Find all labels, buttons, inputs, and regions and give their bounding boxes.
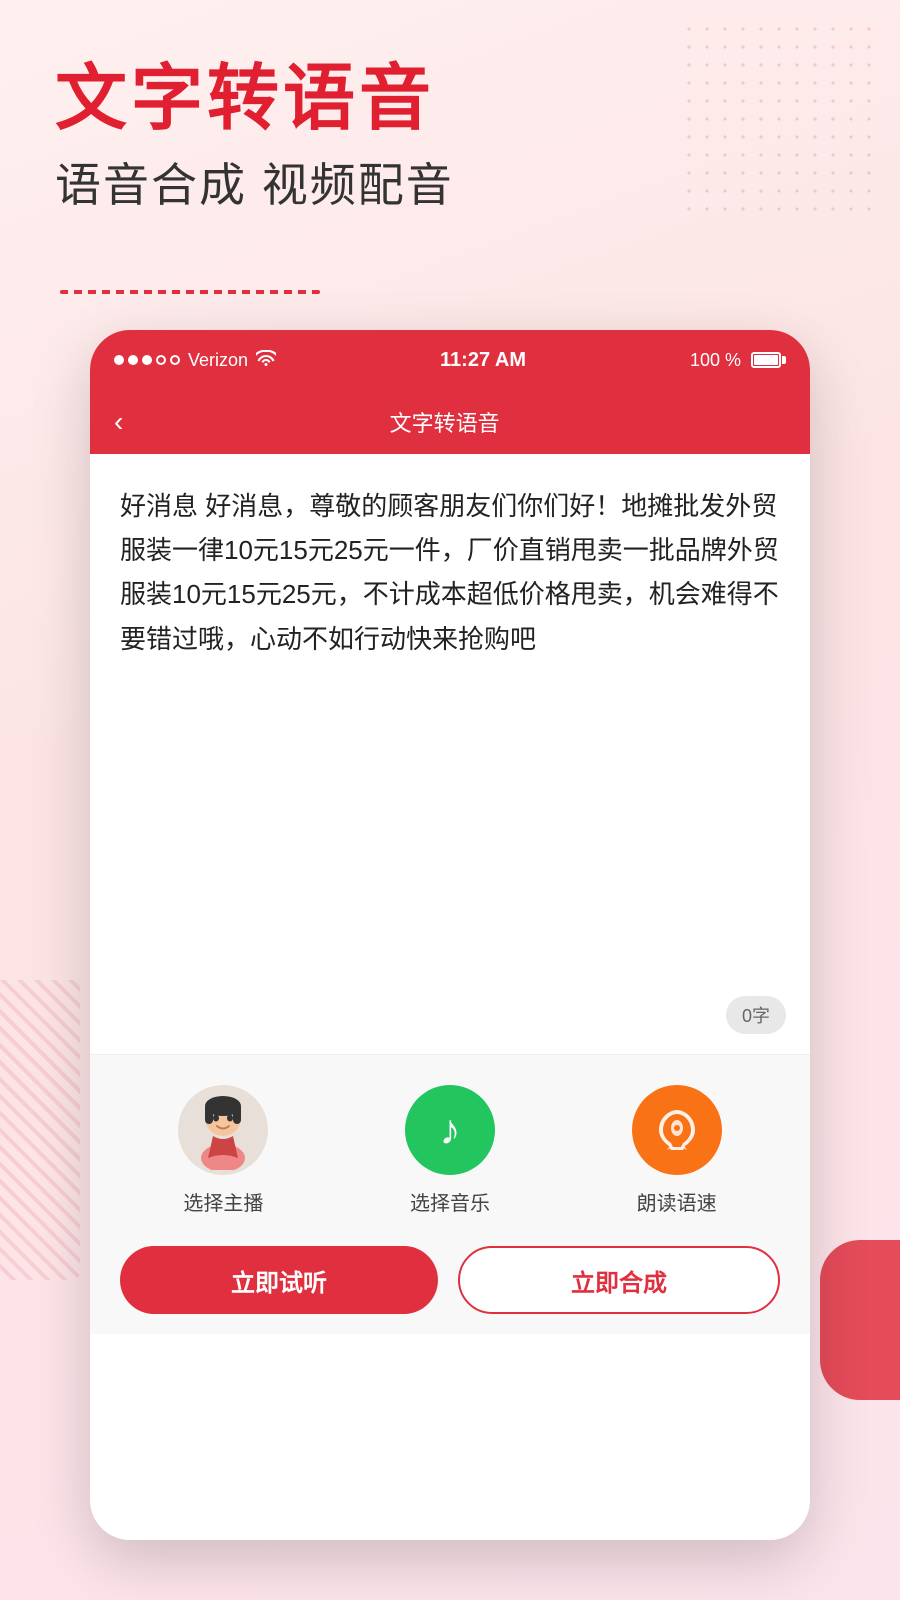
speed-circle [632,1085,722,1175]
broadcaster-circle [178,1085,268,1175]
wifi-icon [256,350,276,371]
battery-body [751,352,781,368]
status-bar: Verizon 11:27 AM 100 % [90,330,810,390]
controls-area: 选择主播 ♪ 选择音乐 [90,1054,810,1334]
signal-dot-3 [142,355,152,365]
battery-icon [747,352,786,368]
speed-control[interactable]: 朗读语速 [632,1085,722,1216]
broadcaster-control[interactable]: 选择主播 [178,1085,268,1216]
broadcaster-label: 选择主播 [183,1187,263,1216]
speed-label: 朗读语速 [637,1187,717,1216]
text-content-area[interactable]: 好消息 好消息，尊敬的顾客朋友们你们好！地摊批发外贸服装一律10元15元25元一… [90,454,810,1054]
synthesize-button[interactable]: 立即合成 [458,1246,780,1314]
content-text: 好消息 好消息，尊敬的顾客朋友们你们好！地摊批发外贸服装一律10元15元25元一… [120,484,780,661]
carrier-label: Verizon [188,350,248,371]
nav-bar: ‹ 文字转语音 [90,390,810,454]
red-shape-decoration [820,1240,900,1400]
signal-dot-5 [170,355,180,365]
dotted-line-decoration [60,290,320,294]
rocket-icon [653,1106,701,1154]
music-circle: ♪ [405,1085,495,1175]
char-count-badge: 0字 [726,996,786,1034]
stripes-decoration [0,980,80,1280]
battery-tip [782,356,786,364]
music-label: 选择音乐 [410,1187,490,1216]
main-title: 文字转语音 [55,60,454,139]
music-control[interactable]: ♪ 选择音乐 [405,1085,495,1216]
avatar-icon [183,1090,263,1170]
signal-dot-2 [128,355,138,365]
controls-row: 选择主播 ♪ 选择音乐 [110,1085,790,1216]
action-buttons: 立即试听 立即合成 [110,1246,790,1314]
music-icon: ♪ [439,1106,460,1154]
signal-dot-1 [114,355,124,365]
dots-decoration [680,20,880,220]
status-left: Verizon [114,350,276,371]
header-area: 文字转语音 语音合成 视频配音 [55,60,454,215]
phone-mockup: Verizon 11:27 AM 100 % ‹ 文字转语音 好消息 好消息，尊… [90,330,810,1540]
status-right: 100 % [690,350,786,371]
signal-dot-4 [156,355,166,365]
back-button[interactable]: ‹ [114,406,123,438]
battery-fill [754,355,778,365]
nav-title: 文字转语音 [143,406,746,438]
status-time: 11:27 AM [440,349,526,372]
battery-percent: 100 % [690,350,741,371]
listen-button[interactable]: 立即试听 [120,1246,438,1314]
signal-dots [114,355,180,365]
sub-title: 语音合成 视频配音 [55,149,454,215]
